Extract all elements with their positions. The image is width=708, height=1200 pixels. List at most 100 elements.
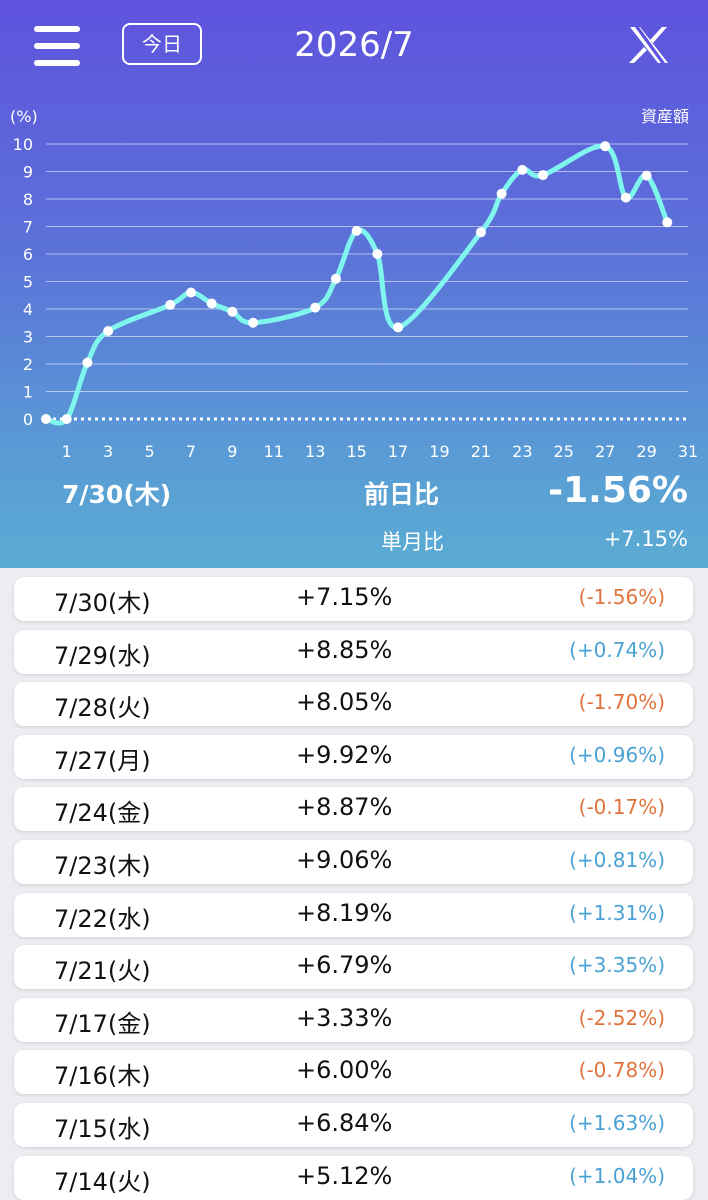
- list-item[interactable]: 7/16(木) +6.00% (-0.78%): [14, 1050, 693, 1095]
- x-logo-icon[interactable]: [628, 26, 670, 64]
- data-point[interactable]: [165, 299, 176, 310]
- row-date: 7/23(木): [54, 852, 151, 880]
- data-point[interactable]: [82, 357, 93, 368]
- month-change-value: +7.15%: [603, 527, 688, 551]
- data-point[interactable]: [662, 217, 673, 228]
- row-date: 7/15(水): [54, 1115, 151, 1143]
- month-title: 2026/7: [294, 25, 414, 65]
- list-item[interactable]: 7/24(金) +8.87% (-0.17%): [14, 787, 693, 832]
- row-cumulative-value: +6.00%: [296, 1056, 393, 1085]
- y-tick-label: 6: [23, 245, 33, 264]
- row-daily-change: (+0.74%): [569, 637, 665, 662]
- row-date: 7/16(木): [54, 1062, 151, 1091]
- list-item[interactable]: 7/29(水) +8.85% (+0.74%): [14, 629, 693, 674]
- list-item[interactable]: 7/28(火) +8.05% (-1.70%): [14, 682, 693, 727]
- row-date: 7/28(火): [54, 694, 151, 723]
- data-point[interactable]: [538, 170, 549, 181]
- row-date: 7/21(火): [54, 957, 151, 986]
- data-point[interactable]: [641, 170, 652, 181]
- row-cumulative-value: +9.92%: [296, 740, 393, 769]
- list-item[interactable]: 7/17(金) +3.33% (-2.52%): [14, 997, 693, 1042]
- row-cumulative-value: +9.06%: [296, 846, 393, 874]
- series-line: [43, 143, 670, 426]
- row-daily-change: (-1.70%): [578, 690, 665, 715]
- data-point[interactable]: [620, 192, 631, 203]
- x-tick-label: 1: [62, 442, 72, 461]
- y-tick-label: 9: [23, 163, 33, 182]
- row-date: 7/27(月): [54, 746, 151, 775]
- y-tick-label: 10: [13, 135, 33, 154]
- row-cumulative-value: +8.85%: [296, 635, 393, 664]
- row-daily-change: (+1.63%): [569, 1111, 665, 1135]
- list-item[interactable]: 7/22(水) +8.19% (+1.31%): [14, 892, 693, 937]
- x-tick-label: 25: [554, 442, 574, 461]
- list-item[interactable]: 7/27(月) +9.92% (+0.96%): [14, 734, 693, 779]
- data-point[interactable]: [496, 188, 507, 199]
- row-daily-change: (+1.31%): [569, 900, 665, 925]
- row-date: 7/17(金): [54, 1009, 151, 1038]
- row-cumulative-value: +5.12%: [296, 1161, 393, 1190]
- row-daily-change: (-0.17%): [578, 795, 665, 820]
- data-point[interactable]: [310, 302, 321, 313]
- row-daily-change: (+1.04%): [569, 1163, 665, 1188]
- data-point[interactable]: [206, 298, 217, 309]
- row-date: 7/22(水): [54, 904, 151, 933]
- list-item[interactable]: 7/14(火) +5.12% (+1.04%): [14, 1155, 693, 1200]
- prev-day-value: -1.56%: [548, 470, 688, 511]
- row-date: 7/30(木): [54, 589, 151, 617]
- data-point[interactable]: [41, 414, 51, 424]
- data-point[interactable]: [227, 306, 238, 317]
- row-daily-change: (+0.96%): [569, 742, 665, 767]
- y-tick-label: 1: [23, 383, 33, 402]
- x-tick-label: 31: [678, 442, 698, 461]
- row-daily-change: (+0.81%): [569, 848, 665, 872]
- row-cumulative-value: +7.15%: [296, 583, 393, 611]
- list-item[interactable]: 7/30(木) +7.15% (-1.56%): [14, 577, 693, 621]
- list-item[interactable]: 7/23(木) +9.06% (+0.81%): [14, 840, 693, 884]
- data-point[interactable]: [248, 317, 259, 328]
- x-tick-label: 29: [636, 442, 656, 461]
- data-point[interactable]: [185, 287, 196, 298]
- x-tick-label: 11: [264, 442, 284, 461]
- y-tick-label: 8: [23, 190, 33, 209]
- today-button[interactable]: 今日: [122, 23, 202, 65]
- data-point[interactable]: [475, 227, 486, 238]
- row-date: 7/24(金): [54, 799, 151, 828]
- row-daily-change: (-0.78%): [578, 1058, 665, 1083]
- data-point[interactable]: [372, 249, 383, 259]
- data-point[interactable]: [103, 326, 114, 336]
- x-tick-label: 19: [429, 442, 449, 461]
- data-point[interactable]: [517, 164, 528, 175]
- row-cumulative-value: +6.79%: [296, 951, 393, 980]
- hamburger-menu-icon[interactable]: [34, 26, 80, 66]
- row-cumulative-value: +6.84%: [296, 1109, 393, 1137]
- x-tick-label: 9: [227, 442, 237, 461]
- list-item[interactable]: 7/21(火) +6.79% (+3.35%): [14, 945, 693, 990]
- row-daily-change: (-2.52%): [578, 1005, 665, 1030]
- data-point[interactable]: [61, 414, 72, 424]
- header-panel: 今日 2026/7 0 1 2 3 4 5 6 7 8 9 10 1 3 5 7 9 11 13 15 17 19 21 2…: [0, 0, 708, 568]
- data-point[interactable]: [393, 322, 404, 333]
- month-change-label: 単月比: [381, 530, 444, 554]
- row-daily-change: (-1.56%): [578, 585, 665, 609]
- x-tick-label: 27: [595, 442, 615, 461]
- chart-right-label: 資産額: [641, 107, 689, 126]
- line-chart: 0123456789101 3 5 7 9 11 13 15 17 19 21 23 25 27 29 31 …: [10, 107, 698, 461]
- y-tick-label: 0: [23, 410, 33, 429]
- row-cumulative-value: +8.19%: [296, 898, 393, 927]
- y-tick-label: 7: [23, 218, 33, 237]
- selected-date: 7/30(木): [62, 480, 172, 509]
- row-cumulative-value: +3.33%: [296, 1003, 393, 1032]
- data-point[interactable]: [600, 141, 611, 152]
- x-tick-label: 13: [305, 442, 325, 461]
- row-date: 7/29(水): [54, 641, 151, 670]
- data-point[interactable]: [351, 225, 362, 236]
- x-tick-label: 7: [186, 442, 196, 461]
- x-tick-label: 21: [471, 442, 491, 461]
- y-tick-label: 3: [23, 328, 33, 347]
- data-point[interactable]: [330, 273, 341, 284]
- y-tick-label: 2: [23, 355, 33, 374]
- row-daily-change: (+3.35%): [569, 953, 665, 978]
- list-item[interactable]: 7/15(水) +6.84% (+1.63%): [14, 1103, 693, 1147]
- row-cumulative-value: +8.87%: [296, 793, 393, 822]
